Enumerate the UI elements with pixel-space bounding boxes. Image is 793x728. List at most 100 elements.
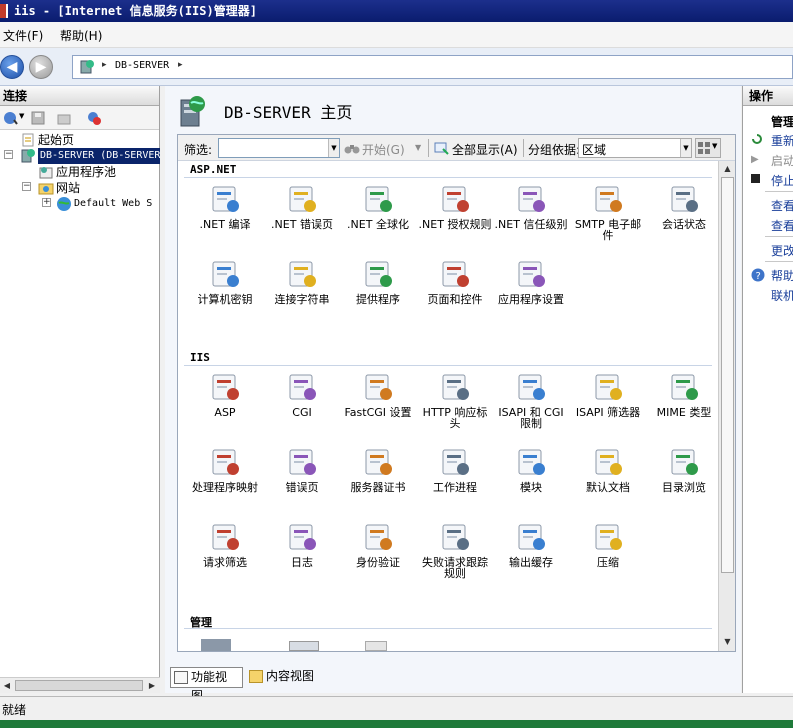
menu-help[interactable]: 帮助(H) (60, 27, 102, 44)
feature-tile[interactable]: .NET 全球化 (341, 183, 415, 230)
tab-features-view[interactable]: 功能视图 (170, 667, 243, 703)
collapse-toggle[interactable]: − (4, 150, 13, 159)
page-header: DB-SERVER 主页 (177, 94, 577, 128)
feature-label: MIME 类型 (656, 406, 712, 419)
collapse-toggle[interactable]: − (22, 182, 31, 191)
feature-icon (671, 186, 698, 212)
feature-tile[interactable]: 身份验证 (341, 521, 415, 568)
filter-input[interactable]: ▼ (218, 138, 340, 158)
back-button[interactable]: ◀ (0, 55, 24, 79)
feature-tile[interactable]: 服务器证书 (341, 446, 415, 493)
scroll-right-icon[interactable]: ▶ (146, 680, 158, 692)
action-separator (765, 261, 793, 262)
feature-tile[interactable]: 输出缓存 (494, 521, 568, 568)
connect-icon[interactable] (2, 110, 18, 126)
feature-tile[interactable]: 处理程序映射 (188, 446, 262, 493)
up-folder-icon[interactable] (56, 110, 72, 126)
feature-tile[interactable]: MIME 类型 (647, 371, 718, 418)
feature-tile[interactable]: 连接字符串 (265, 258, 339, 305)
group-header-aspnet: ASP.NET (190, 163, 237, 176)
view-tabs: 功能视图 内容视图 (170, 667, 470, 703)
feature-tile[interactable]: ISAPI 筛选器 (571, 371, 645, 418)
feature-tile[interactable]: 压缩 (571, 521, 645, 568)
scroll-left-icon[interactable]: ◀ (1, 680, 13, 692)
feature-tile[interactable]: HTTP 响应标头 (418, 371, 492, 429)
feature-tile[interactable]: SMTP 电子邮件 (571, 183, 645, 241)
feature-tile[interactable]: 请求筛选 (188, 521, 262, 568)
feature-tile[interactable]: 默认文档 (571, 446, 645, 493)
feature-label: 提供程序 (356, 293, 400, 306)
save-icon[interactable] (30, 110, 46, 126)
feature-tile[interactable]: 计算机密钥 (188, 258, 262, 305)
feature-tile[interactable]: .NET 错误页 (265, 183, 339, 230)
feature-label: 压缩 (597, 556, 619, 569)
tree-item-server[interactable]: DB-SERVER (DB-SERVER (20, 148, 160, 164)
action-restart[interactable]: 重新 (771, 132, 793, 149)
scroll-thumb[interactable] (15, 680, 143, 691)
feature-tile[interactable]: 模块 (494, 446, 568, 493)
toolbar-separator (428, 139, 429, 157)
feature-tile[interactable]: 会话状态 (647, 183, 718, 230)
group-by-select[interactable]: 区域 ▼ (578, 138, 692, 158)
action-help[interactable]: 帮助 (771, 267, 793, 284)
breadcrumb[interactable]: ▸ DB-SERVER ▸ (72, 55, 793, 79)
show-all-button[interactable]: 全部显示(A) (452, 141, 518, 158)
tree-item-app-pools[interactable]: 应用程序池 (38, 164, 158, 180)
action-stop[interactable]: 停止 (771, 172, 793, 189)
tree-item-default-site[interactable]: Default Web S (56, 196, 160, 212)
scroll-up-icon[interactable]: ▲ (721, 162, 734, 175)
tree-item-sites[interactable]: 网站 (38, 180, 158, 196)
actions-header: 操作 (743, 86, 793, 106)
group-by-label: 分组依据: (528, 143, 581, 157)
feature-tile[interactable]: 目录浏览 (647, 446, 718, 493)
action-view-1[interactable]: 查看 (771, 197, 793, 214)
scroll-down-icon[interactable]: ▼ (721, 635, 734, 648)
scroll-thumb[interactable] (721, 177, 734, 573)
menu-file[interactable]: 文件(F) (3, 27, 43, 44)
feature-tile[interactable]: 应用程序设置 (494, 258, 568, 305)
view-mode-button[interactable]: ▼ (695, 138, 721, 158)
feature-tile[interactable]: FastCGI 设置 (341, 371, 415, 418)
action-online-help[interactable]: 联机 (771, 287, 793, 304)
action-view-2[interactable]: 查看 (771, 217, 793, 234)
feature-tile[interactable]: .NET 授权规则 (418, 183, 492, 230)
tree-item-start-page[interactable]: 起始页 (20, 132, 150, 148)
expand-toggle[interactable]: + (42, 198, 51, 207)
action-start[interactable]: 启动 (771, 152, 793, 169)
feature-tile[interactable]: ISAPI 和 CGI 限制 (494, 371, 568, 429)
dropdown-arrow-icon[interactable]: ▼ (415, 143, 421, 152)
vertical-scrollbar[interactable]: ▲ ▼ (718, 161, 735, 651)
disconnect-icon[interactable] (86, 110, 102, 126)
feature-tile[interactable]: CGI (265, 371, 339, 418)
feature-tile[interactable]: .NET 信任级别 (494, 183, 568, 230)
feature-tile[interactable]: 工作进程 (418, 446, 492, 493)
management-feature-icon[interactable] (365, 641, 387, 651)
feature-icon (442, 186, 469, 212)
feature-icon (212, 374, 239, 400)
start-button[interactable]: 开始(G) (362, 141, 405, 158)
feature-icon (289, 449, 316, 475)
tab-content-view[interactable]: 内容视图 (246, 667, 326, 688)
feature-label: .NET 错误页 (271, 218, 333, 231)
feature-tile[interactable]: ASP (188, 371, 262, 418)
dropdown-arrow-icon[interactable]: ▼ (19, 112, 24, 120)
feature-label: .NET 信任级别 (494, 218, 568, 231)
management-feature-icon[interactable] (289, 641, 319, 651)
feature-label: .NET 授权规则 (418, 218, 492, 231)
dropdown-arrow-icon[interactable]: ▼ (680, 139, 691, 157)
management-feature-icon[interactable] (201, 639, 231, 651)
feature-tile[interactable]: 日志 (265, 521, 339, 568)
forward-button[interactable]: ▶ (29, 55, 53, 79)
title-bar: iis - [Internet 信息服务(IIS)管理器] (0, 0, 793, 22)
feature-tile[interactable]: 失败请求跟踪规则 (418, 521, 492, 579)
feature-tile[interactable]: 页面和控件 (418, 258, 492, 305)
breadcrumb-server[interactable]: DB-SERVER (115, 60, 169, 71)
action-change[interactable]: 更改 (771, 242, 793, 259)
horizontal-scrollbar[interactable]: ◀ ▶ (0, 677, 160, 693)
dropdown-arrow-icon[interactable]: ▼ (328, 139, 339, 157)
feature-tile[interactable]: .NET 编译 (188, 183, 262, 230)
breadcrumb-separator: ▸ (102, 60, 107, 70)
feature-tile[interactable]: 提供程序 (341, 258, 415, 305)
status-text: 就绪 (2, 703, 27, 717)
feature-tile[interactable]: 错误页 (265, 446, 339, 493)
